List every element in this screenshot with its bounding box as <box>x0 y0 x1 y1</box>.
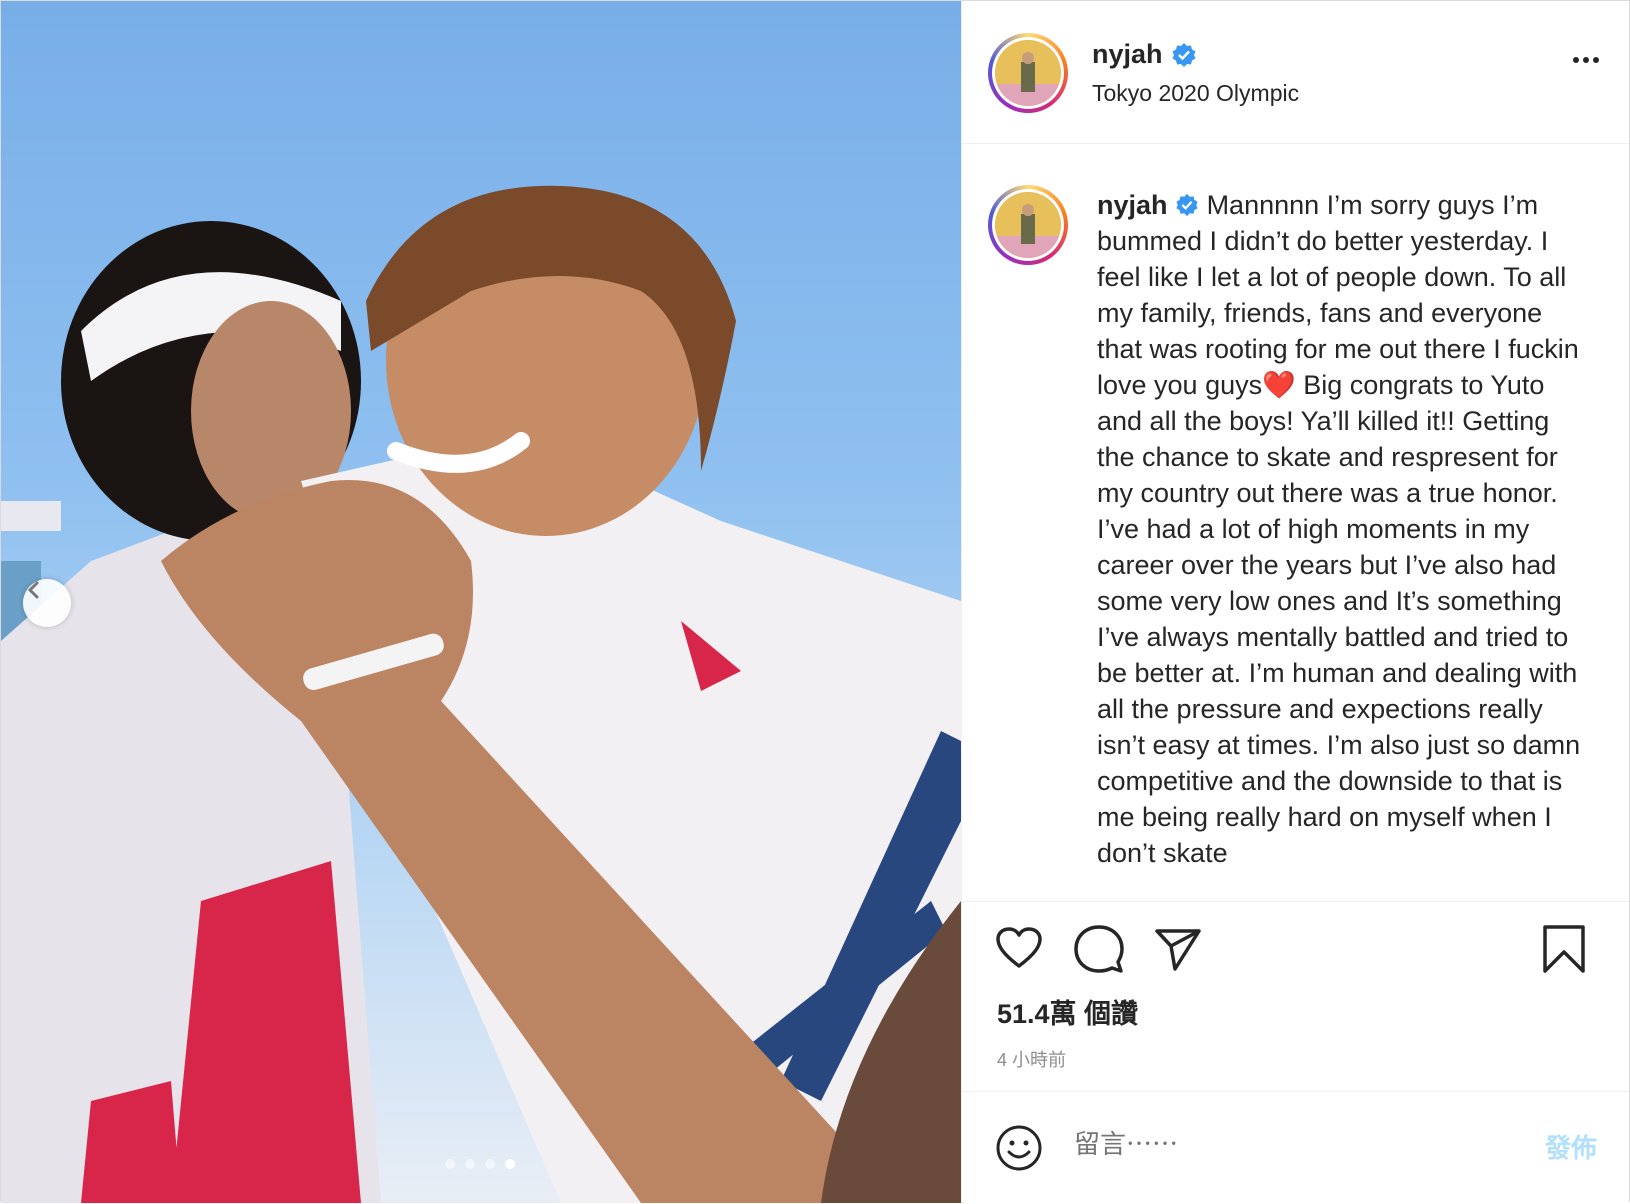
comment-bubble-icon[interactable] <box>1074 924 1124 979</box>
carousel-dot-active <box>505 1159 515 1169</box>
previous-photo-button[interactable] <box>23 579 71 627</box>
carousel-dot <box>445 1159 455 1169</box>
post-timestamp[interactable]: 4 小時前 <box>997 1046 1066 1072</box>
smiley-icon[interactable] <box>995 1124 1043 1177</box>
header-location[interactable]: Tokyo 2020 Olympic <box>1092 80 1299 107</box>
verified-badge-icon <box>1172 42 1196 67</box>
caption-body-1: Mannnnn I’m sorry guys I’m bummed I didn… <box>1097 190 1579 400</box>
heart-icon[interactable] <box>995 926 1043 975</box>
comment-input[interactable] <box>1072 1128 1496 1161</box>
heart-emoji: ❤️ <box>1262 370 1296 400</box>
post-sidebar: nyjah Tokyo 2020 Olympic nyjah Mannnnn I… <box>961 1 1629 1203</box>
post-comment-button[interactable]: 發佈 <box>1545 1128 1597 1165</box>
caption-avatar[interactable] <box>988 185 1068 265</box>
caption-text: nyjah Mannnnn I’m sorry guys I’m bummed … <box>1097 187 1587 871</box>
like-count[interactable]: 51.4萬 個讚 <box>997 992 1138 1031</box>
photo-illustration <box>1 185 961 1203</box>
carousel-dot <box>465 1159 475 1169</box>
verified-badge-icon <box>1176 193 1198 217</box>
more-options-icon[interactable] <box>1573 57 1599 63</box>
action-section: 51.4萬 個讚 4 小時前 <box>962 901 1629 1092</box>
header-username[interactable]: nyjah <box>1092 39 1163 70</box>
paper-plane-icon[interactable] <box>1154 927 1202 976</box>
header-username-row: nyjah <box>1092 39 1197 70</box>
post-header: nyjah Tokyo 2020 Olympic <box>962 1 1629 144</box>
header-avatar[interactable] <box>988 33 1068 113</box>
carousel-indicator <box>445 1159 515 1169</box>
avatar-image <box>995 192 1061 258</box>
comment-bar: 發佈 <box>962 1091 1629 1204</box>
post-photo[interactable] <box>1 1 961 1203</box>
caption-username[interactable]: nyjah <box>1097 190 1168 220</box>
carousel-dot <box>485 1159 495 1169</box>
caption-area: nyjah Mannnnn I’m sorry guys I’m bummed … <box>962 144 1629 901</box>
avatar-image <box>995 40 1061 106</box>
bookmark-icon[interactable] <box>1542 924 1586 979</box>
chevron-left-icon <box>27 581 39 599</box>
post-dialog: nyjah Tokyo 2020 Olympic nyjah Mannnnn I… <box>0 0 1630 1203</box>
caption-body-2: Big congrats to Yuto and all the boys! Y… <box>1097 370 1581 868</box>
